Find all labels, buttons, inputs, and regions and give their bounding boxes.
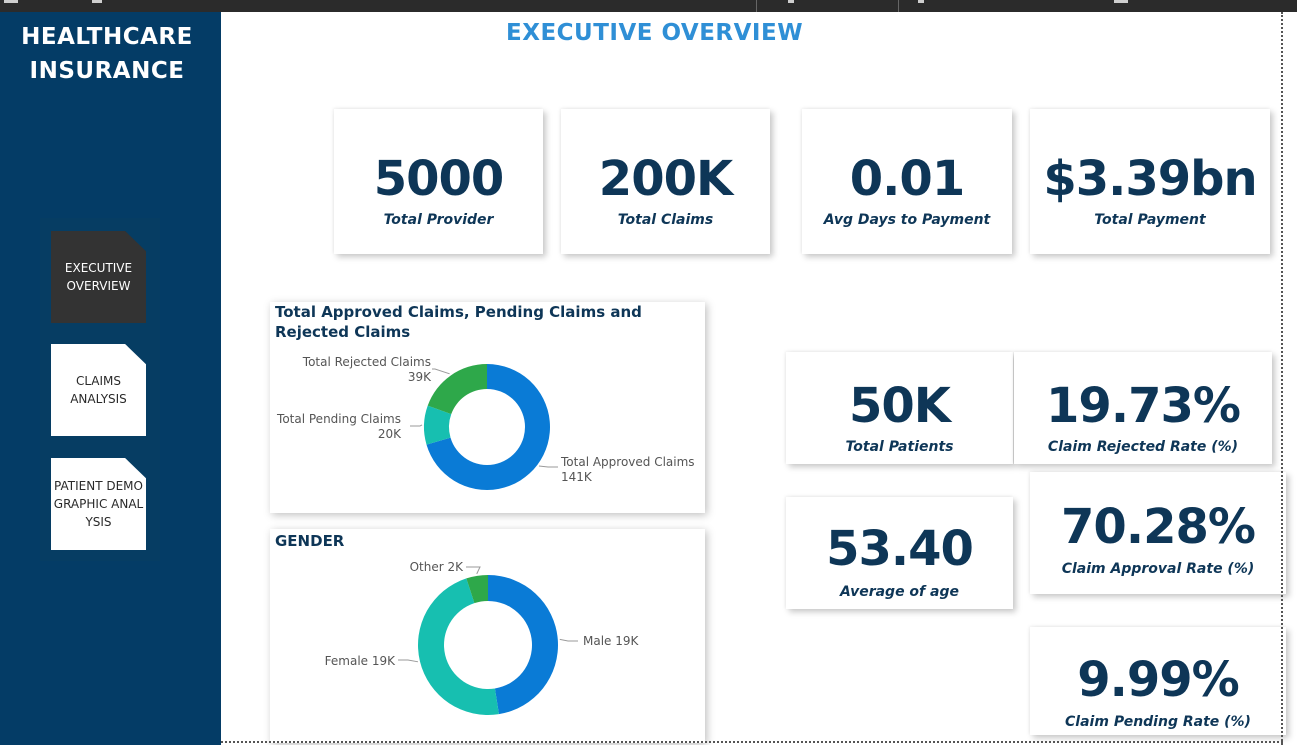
data-label: Total Rejected Claims — [302, 355, 431, 369]
leader-line — [559, 638, 578, 642]
brand-line-1: HEALTHCARE — [21, 24, 193, 50]
toolbar-divider — [756, 0, 757, 12]
kpi-label: Avg Days to Payment — [823, 212, 991, 228]
donut-slice-total-rejected-claims[interactable] — [427, 364, 487, 415]
kpi-average-age: 53.40 Average of age — [786, 497, 1013, 609]
kpi-label: Claim Pending Rate (%) — [1065, 714, 1251, 730]
brand-title: HEALTHCARE INSURANCE — [0, 20, 214, 88]
claims-donut-svg: Total Approved Claims141K Total Pending C… — [276, 355, 695, 490]
kpi-total-provider: 5000 Total Provider — [334, 109, 543, 254]
data-label: Other 2K — [410, 560, 465, 574]
kpi-avg-days-to-payment: 0.01 Avg Days to Payment — [802, 109, 1012, 254]
kpi-label: Total Payment — [1094, 212, 1206, 228]
kpi-claim-pending-rate: 9.99% Claim Pending Rate (%) — [1030, 627, 1286, 735]
kpi-claim-rejected-rate: 19.73% Claim Rejected Rate (%) — [1014, 352, 1272, 464]
leader-line — [398, 659, 419, 663]
nav-claims-analysis[interactable]: CLAIMS ANALYSIS — [51, 344, 146, 436]
toolbar-icon — [918, 0, 924, 3]
sidebar: HEALTHCARE INSURANCE EXECUTIVE OVERVIEW … — [0, 12, 221, 745]
claims-status-chart: Total Approved Claims, Pending Claims an… — [270, 302, 705, 513]
data-label: Male 19K — [583, 634, 640, 648]
kpi-total-patients: 50K Total Patients — [786, 352, 1013, 464]
kpi-label: Claim Approval Rate (%) — [1061, 561, 1255, 577]
kpi-label: Total Patients — [845, 439, 954, 455]
kpi-value: 200K — [598, 151, 733, 207]
page-title: EXECUTIVE OVERVIEW — [506, 20, 804, 46]
kpi-label: Total Provider — [383, 212, 494, 228]
kpi-value: 9.99% — [1077, 652, 1240, 708]
nav-label: EXECUTIVE OVERVIEW — [64, 261, 133, 293]
toolbar-icon — [788, 0, 794, 3]
nav-label: CLAIMS ANALYSIS — [70, 374, 127, 406]
canvas-border — [221, 741, 1283, 743]
brand-line-2: INSURANCE — [29, 58, 185, 84]
nav-patient-demographic-analysis[interactable]: PATIENT DEMOGRAPHIC ANALYSIS — [51, 458, 146, 550]
menu-icon — [4, 0, 18, 3]
leader-line — [466, 566, 481, 575]
kpi-value: 53.40 — [826, 521, 974, 577]
gender-donut-svg: Male 19K Female 19K Other 2K — [325, 560, 640, 715]
leader-line — [432, 368, 450, 375]
kpi-value: 70.28% — [1061, 499, 1256, 555]
canvas-border — [1281, 12, 1283, 745]
toolbar-icon — [92, 0, 102, 3]
data-label: Female 19K — [325, 654, 396, 668]
toolbar-icon — [1114, 0, 1128, 3]
kpi-value: 19.73% — [1046, 378, 1241, 434]
kpi-label: Total Claims — [617, 212, 714, 228]
data-label: 39K — [408, 370, 432, 384]
kpi-value: 5000 — [373, 151, 505, 207]
kpi-value: 0.01 — [849, 151, 965, 207]
kpi-value: $3.39bn — [1043, 151, 1257, 207]
leader-line — [538, 465, 558, 468]
data-label: 141K — [561, 470, 593, 484]
data-label: 20K — [378, 427, 402, 441]
toolbar-divider — [898, 0, 899, 12]
kpi-total-payment: $3.39bn Total Payment — [1030, 109, 1270, 254]
gender-chart: GENDER Male 19K Female 19K Other 2K — [270, 529, 705, 743]
kpi-total-claims: 200K Total Claims — [561, 109, 770, 254]
data-label: Total Approved Claims — [560, 455, 695, 469]
data-label: Total Pending Claims — [276, 412, 401, 426]
nav-label: PATIENT DEMOGRAPHIC ANALYSIS — [53, 479, 144, 529]
kpi-value: 50K — [849, 378, 951, 434]
kpi-claim-approval-rate: 70.28% Claim Approval Rate (%) — [1030, 472, 1286, 594]
leader-line — [410, 424, 423, 427]
top-window-bar — [0, 0, 1297, 12]
donut-slice-male[interactable] — [488, 575, 558, 715]
nav-executive-overview[interactable]: EXECUTIVE OVERVIEW — [51, 231, 146, 323]
kpi-label: Claim Rejected Rate (%) — [1047, 439, 1239, 455]
kpi-label: Average of age — [840, 584, 959, 600]
